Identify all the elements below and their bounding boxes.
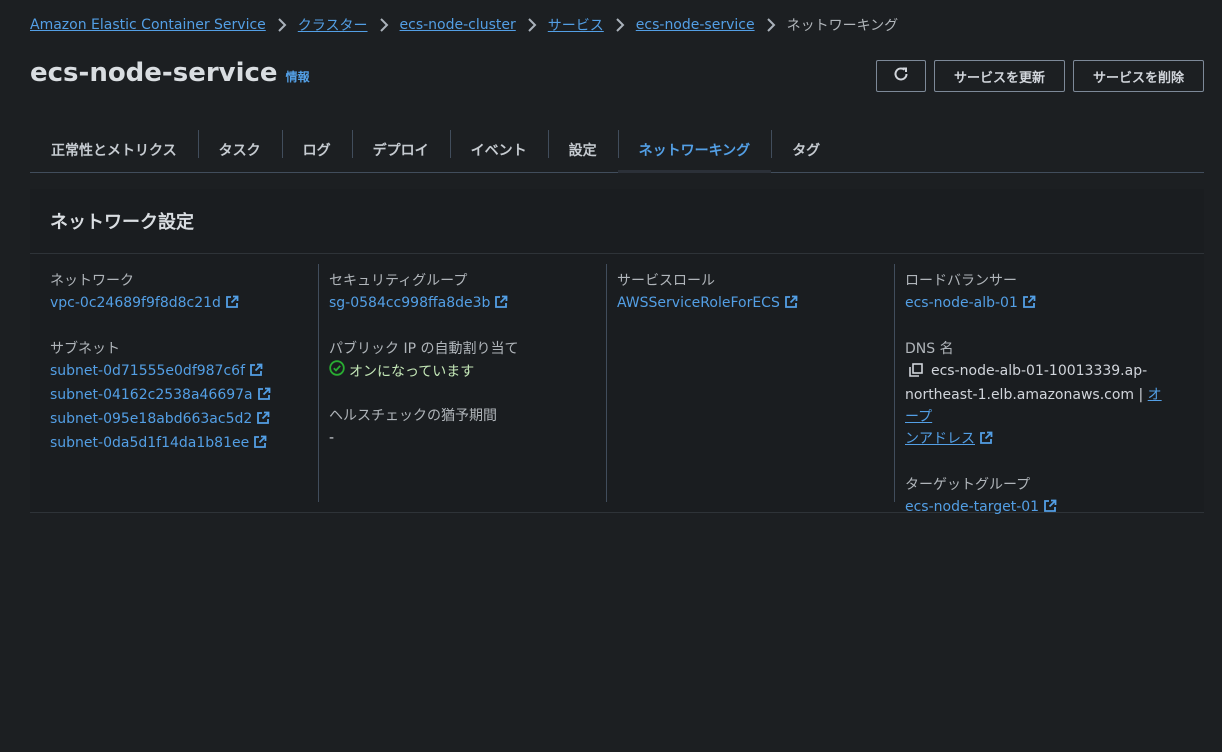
public-ip-label: パブリック IP の自動割り当て bbox=[329, 341, 519, 357]
refresh-button[interactable] bbox=[875, 60, 926, 92]
external-link-icon bbox=[1043, 498, 1057, 520]
breadcrumb: Amazon Elastic Container Service クラスター e… bbox=[30, 14, 898, 36]
column-security: セキュリティグループ sg-0584cc998ffa8de3b パブリック IP… bbox=[318, 264, 606, 502]
external-link-icon bbox=[979, 430, 993, 452]
load-balancer-field: ロードバランサー ecs-node-alb-01 bbox=[905, 270, 1172, 316]
dns-value-line1: ecs-node-alb-01-10013339.ap- bbox=[931, 363, 1148, 379]
health-grace-value: - bbox=[329, 430, 335, 446]
network-settings-panel: ネットワーク設定 ネットワーク vpc-0c24689f9f8d8c21d サブ… bbox=[30, 189, 1204, 515]
breadcrumb-cluster[interactable]: ecs-node-cluster bbox=[400, 17, 516, 33]
public-ip-field: パブリック IP の自動割り当て オンになっています bbox=[329, 338, 586, 383]
load-balancer-link-text: ecs-node-alb-01 bbox=[905, 295, 1018, 311]
external-link-icon bbox=[257, 386, 271, 408]
security-group-link[interactable]: sg-0584cc998ffa8de3b bbox=[329, 295, 508, 311]
status-badge: オンになっています bbox=[329, 360, 586, 383]
external-link-icon bbox=[494, 294, 508, 316]
target-group-link-text: ecs-node-target-01 bbox=[905, 499, 1040, 515]
panel-columns: ネットワーク vpc-0c24689f9f8d8c21d サブネット subne… bbox=[30, 254, 1204, 515]
dns-label: DNS 名 bbox=[905, 341, 954, 357]
open-address-link-cont[interactable]: ンアドレス bbox=[905, 431, 975, 447]
subnet-link-text: subnet-095e18abd663ac5d2 bbox=[50, 411, 253, 427]
service-role-field: サービスロール AWSServiceRoleForECS bbox=[617, 270, 874, 316]
security-group-link-text: sg-0584cc998ffa8de3b bbox=[329, 295, 491, 311]
column-network: ネットワーク vpc-0c24689f9f8d8c21d サブネット subne… bbox=[30, 264, 318, 502]
dns-value: ecs-node-alb-01-10013339.ap- northeast-1… bbox=[905, 360, 1172, 452]
security-group-label: セキュリティグループ bbox=[329, 273, 468, 289]
subnet-link[interactable]: subnet-04162c2538a46697a bbox=[50, 387, 271, 403]
panel-title: ネットワーク設定 bbox=[30, 189, 1204, 254]
vpc-link-text: vpc-0c24689f9f8d8c21d bbox=[50, 295, 221, 311]
subnet-link[interactable]: subnet-0d71555e0df987c6f bbox=[50, 363, 263, 379]
tab-configuration[interactable]: 設定 bbox=[547, 128, 618, 172]
health-grace-field: ヘルスチェックの猶予期間 - bbox=[329, 405, 586, 449]
target-group-label: ターゲットグループ bbox=[905, 477, 1031, 493]
check-circle-icon bbox=[329, 360, 345, 383]
load-balancer-link[interactable]: ecs-node-alb-01 bbox=[905, 295, 1036, 311]
security-group-field: セキュリティグループ sg-0584cc998ffa8de3b bbox=[329, 270, 586, 316]
external-link-icon bbox=[256, 410, 270, 432]
external-link-icon bbox=[225, 294, 239, 316]
target-group-link[interactable]: ecs-node-target-01 bbox=[905, 499, 1057, 515]
subnet-link-text: subnet-04162c2538a46697a bbox=[50, 387, 253, 403]
column-load-balancer: ロードバランサー ecs-node-alb-01 DNS 名 ecs-node-… bbox=[894, 264, 1192, 515]
subnet-link[interactable]: subnet-0da5d1f14da1b81ee bbox=[50, 435, 267, 451]
open-address-text-2: ンアドレス bbox=[905, 431, 975, 447]
tab-tags[interactable]: タグ bbox=[771, 128, 841, 172]
tab-health-metrics[interactable]: 正常性とメトリクス bbox=[30, 128, 198, 172]
external-link-icon bbox=[784, 294, 798, 316]
chevron-right-icon bbox=[368, 18, 400, 32]
dns-field: DNS 名 ecs-node-alb-01-10013339.ap- north… bbox=[905, 338, 1172, 452]
public-ip-value: オンになっています bbox=[349, 363, 475, 380]
external-link-icon bbox=[253, 434, 267, 456]
tab-events[interactable]: イベント bbox=[449, 128, 548, 172]
tab-bar: 正常性とメトリクス タスク ログ デプロイ イベント 設定 ネットワーキング タ… bbox=[30, 128, 1204, 173]
tab-networking[interactable]: ネットワーキング bbox=[617, 128, 772, 173]
copy-icon[interactable] bbox=[909, 362, 923, 384]
breadcrumb-service[interactable]: ecs-node-service bbox=[636, 17, 755, 33]
breadcrumb-services[interactable]: サービス bbox=[548, 15, 604, 35]
target-group-field: ターゲットグループ ecs-node-target-01 bbox=[905, 474, 1172, 520]
column-service-role: サービスロール AWSServiceRoleForECS bbox=[606, 264, 894, 502]
chevron-right-icon bbox=[266, 18, 298, 32]
tab-deployments[interactable]: デプロイ bbox=[351, 128, 450, 172]
update-service-button[interactable]: サービスを更新 bbox=[933, 60, 1065, 92]
health-grace-label: ヘルスチェックの猶予期間 bbox=[329, 408, 497, 424]
network-field: ネットワーク vpc-0c24689f9f8d8c21d bbox=[50, 270, 298, 316]
service-role-link-text: AWSServiceRoleForECS bbox=[617, 295, 780, 311]
info-link[interactable]: 情報 bbox=[286, 68, 310, 85]
subnet-label: サブネット bbox=[50, 341, 120, 357]
chevron-right-icon bbox=[755, 18, 787, 32]
tab-logs[interactable]: ログ bbox=[281, 128, 352, 172]
external-link-icon bbox=[249, 362, 263, 384]
load-balancer-label: ロードバランサー bbox=[905, 273, 1017, 289]
chevron-right-icon bbox=[604, 18, 636, 32]
header-actions: サービスを更新 サービスを削除 bbox=[875, 60, 1204, 92]
page-title: ecs-node-service 情報 bbox=[30, 58, 310, 88]
subnet-link[interactable]: subnet-095e18abd663ac5d2 bbox=[50, 411, 270, 427]
breadcrumb-clusters[interactable]: クラスター bbox=[298, 15, 368, 35]
subnet-link-text: subnet-0d71555e0df987c6f bbox=[50, 363, 246, 379]
external-link-icon bbox=[1022, 294, 1036, 316]
tab-tasks[interactable]: タスク bbox=[197, 128, 282, 172]
delete-service-button[interactable]: サービスを削除 bbox=[1072, 60, 1204, 92]
refresh-icon bbox=[892, 65, 910, 87]
dns-separator: | bbox=[1138, 387, 1144, 403]
subnet-link-text: subnet-0da5d1f14da1b81ee bbox=[50, 435, 250, 451]
breadcrumb-current: ネットワーキング bbox=[786, 18, 899, 34]
dns-value-line2: northeast-1.elb.amazonaws.com bbox=[905, 387, 1135, 403]
vpc-link[interactable]: vpc-0c24689f9f8d8c21d bbox=[50, 295, 239, 311]
service-role-label: サービスロール bbox=[617, 273, 715, 289]
network-label: ネットワーク bbox=[50, 273, 134, 289]
breadcrumb-ecs[interactable]: Amazon Elastic Container Service bbox=[30, 17, 266, 33]
page-title-text: ecs-node-service bbox=[30, 58, 278, 88]
chevron-right-icon bbox=[516, 18, 548, 32]
service-role-link[interactable]: AWSServiceRoleForECS bbox=[617, 295, 798, 311]
subnet-field: サブネット subnet-0d71555e0df987c6f subnet-04… bbox=[50, 338, 298, 456]
